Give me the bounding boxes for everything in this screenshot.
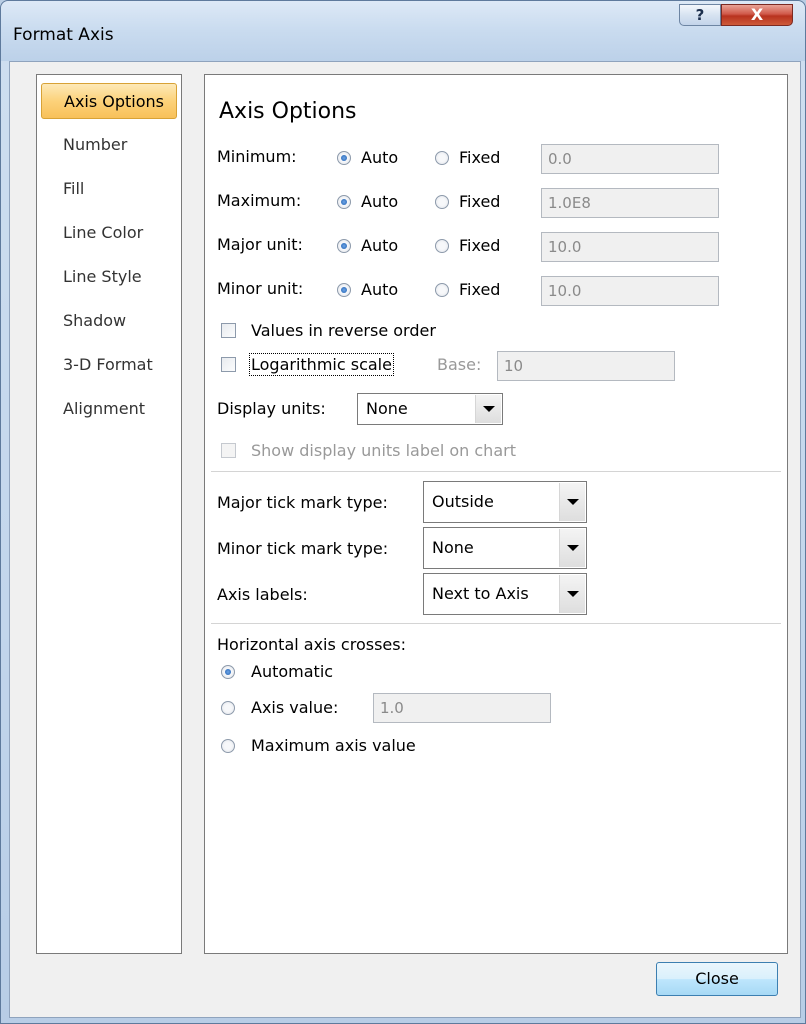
category-list: Axis Options Number Fill Line Color Line… [36, 74, 182, 954]
minor-tick-value: None [432, 538, 474, 557]
maximum-auto-radio[interactable] [337, 195, 351, 209]
window-title: Format Axis [13, 25, 114, 45]
maximum-label: Maximum: [217, 191, 302, 210]
maximum-fixed-label[interactable]: Fixed [459, 192, 500, 211]
minimum-value-field[interactable]: 0.0 [541, 144, 719, 174]
major-unit-value-field[interactable]: 10.0 [541, 232, 719, 262]
format-axis-window: Format Axis ? X Axis Options Number Fill… [0, 0, 806, 1024]
separator [211, 471, 781, 472]
sidebar-item-fill[interactable]: Fill [41, 171, 177, 207]
sidebar-item-number[interactable]: Number [41, 127, 177, 163]
minimum-fixed-label[interactable]: Fixed [459, 148, 500, 167]
crosses-maximum-label[interactable]: Maximum axis value [251, 736, 416, 755]
minor-unit-value-field[interactable]: 10.0 [541, 276, 719, 306]
minor-unit-auto-label[interactable]: Auto [361, 280, 398, 299]
sidebar-item-line-style[interactable]: Line Style [41, 259, 177, 295]
display-units-dropdown[interactable]: None [357, 393, 503, 425]
display-units-label: Display units: [217, 399, 326, 418]
sidebar-item-alignment[interactable]: Alignment [41, 391, 177, 427]
maximum-value-field[interactable]: 1.0E8 [541, 188, 719, 218]
axis-options-panel: Axis Options Minimum: Auto Fixed 0.0 Max… [204, 74, 788, 954]
axis-labels-dropdown[interactable]: Next to Axis [423, 573, 587, 615]
major-unit-auto-radio[interactable] [337, 239, 351, 253]
sidebar-item-line-color[interactable]: Line Color [41, 215, 177, 251]
major-tick-label: Major tick mark type: [217, 493, 388, 512]
crosses-maximum-radio[interactable] [221, 739, 235, 753]
window-close-button[interactable]: X [721, 4, 793, 26]
crosses-axis-value-radio[interactable] [221, 701, 235, 715]
maximum-fixed-radio[interactable] [435, 195, 449, 209]
show-units-label-checkbox[interactable] [221, 443, 236, 458]
log-base-field[interactable]: 10 [497, 351, 675, 381]
chevron-down-icon[interactable] [559, 529, 585, 567]
major-tick-value: Outside [432, 492, 494, 511]
minor-tick-label: Minor tick mark type: [217, 539, 389, 558]
maximum-auto-label[interactable]: Auto [361, 192, 398, 211]
show-units-label-text: Show display units label on chart [251, 441, 516, 460]
minor-tick-dropdown[interactable]: None [423, 527, 587, 569]
minimum-auto-radio[interactable] [337, 151, 351, 165]
minor-unit-fixed-label[interactable]: Fixed [459, 280, 500, 299]
axis-labels-value: Next to Axis [432, 584, 529, 603]
chevron-down-icon[interactable] [559, 483, 585, 521]
log-base-label: Base: [437, 355, 482, 374]
reverse-order-checkbox[interactable] [221, 323, 236, 338]
dialog-body: Axis Options Number Fill Line Color Line… [9, 61, 801, 1018]
crosses-automatic-label[interactable]: Automatic [251, 662, 333, 681]
panel-heading: Axis Options [219, 99, 357, 124]
log-scale-checkbox[interactable] [221, 357, 236, 372]
minor-unit-auto-radio[interactable] [337, 283, 351, 297]
separator [211, 623, 781, 624]
major-unit-fixed-radio[interactable] [435, 239, 449, 253]
minor-unit-label: Minor unit: [217, 279, 304, 298]
crosses-automatic-radio[interactable] [221, 665, 235, 679]
minimum-auto-label[interactable]: Auto [361, 148, 398, 167]
title-bar[interactable]: Format Axis ? X [1, 1, 805, 61]
chevron-down-icon[interactable] [559, 575, 585, 613]
major-tick-dropdown[interactable]: Outside [423, 481, 587, 523]
major-unit-label: Major unit: [217, 235, 303, 254]
crosses-axis-value-label[interactable]: Axis value: [251, 698, 338, 717]
sidebar-item-axis-options[interactable]: Axis Options [41, 83, 177, 119]
sidebar-item-3d-format[interactable]: 3-D Format [41, 347, 177, 383]
minimum-label: Minimum: [217, 147, 297, 166]
close-button[interactable]: Close [656, 962, 778, 996]
chevron-down-icon[interactable] [475, 395, 501, 423]
sidebar-item-shadow[interactable]: Shadow [41, 303, 177, 339]
minimum-fixed-radio[interactable] [435, 151, 449, 165]
help-button[interactable]: ? [679, 4, 721, 26]
axis-labels-label: Axis labels: [217, 585, 308, 604]
minor-unit-fixed-radio[interactable] [435, 283, 449, 297]
log-scale-label[interactable]: Logarithmic scale [249, 353, 394, 376]
crosses-axis-value-field[interactable]: 1.0 [373, 693, 551, 723]
reverse-order-label[interactable]: Values in reverse order [251, 321, 436, 340]
crosses-heading: Horizontal axis crosses: [217, 635, 406, 654]
major-unit-fixed-label[interactable]: Fixed [459, 236, 500, 255]
display-units-value: None [366, 399, 408, 418]
major-unit-auto-label[interactable]: Auto [361, 236, 398, 255]
